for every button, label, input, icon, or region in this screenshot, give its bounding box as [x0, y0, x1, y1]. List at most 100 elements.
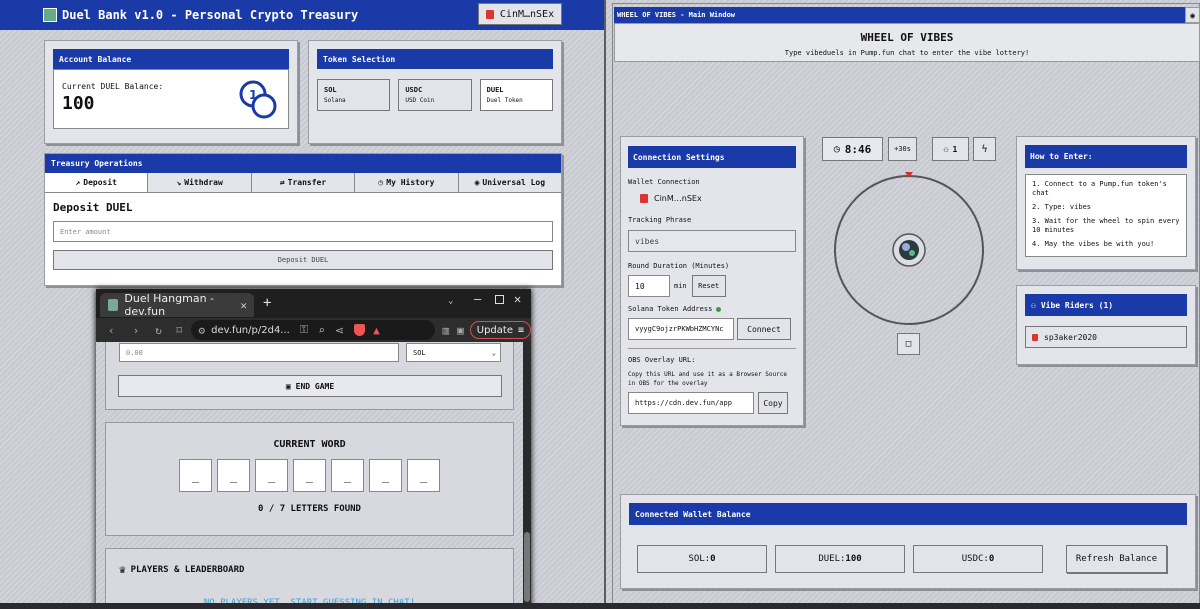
letter-slot: _: [407, 459, 440, 492]
obs-label: OBS Overlay URL:: [628, 356, 696, 364]
token-address-label: Solana Token Address: [628, 305, 713, 313]
site-info-icon: ⚙: [198, 323, 206, 337]
wallet-connection-label: Wallet Connection: [628, 178, 700, 186]
wallet-balance-panel: Connected Wallet Balance SOL: 0 DUEL: 100 …: [620, 494, 1196, 589]
brave-shield-icon[interactable]: [354, 324, 366, 336]
duration-unit: min: [674, 282, 687, 290]
browser-tab[interactable]: Duel Hangman - dev.fun ✕: [100, 292, 254, 318]
stop-icon: ▣: [285, 381, 291, 391]
round-duration-input[interactable]: 10: [628, 275, 670, 297]
refresh-balance-button[interactable]: Refresh Balance: [1066, 545, 1167, 573]
treasury-header: Treasury Operations: [45, 154, 561, 173]
account-balance-panel: Account Balance Current DUEL Balance: 10…: [44, 40, 298, 144]
bet-panel: 0.00 SOL ⌄ ▣ END GAME: [105, 342, 514, 410]
current-word-panel: CURRENT WORD _ _ _ _ _ _ _ 0 / 7 LETTERS…: [105, 422, 514, 536]
connected-wallet[interactable]: CinM…nSEx: [640, 194, 796, 203]
bookmark-icon[interactable]: ⌑: [176, 324, 183, 337]
step-item: 3. Wait for the wheel to spin every 10 m…: [1032, 217, 1180, 234]
update-button[interactable]: Update ≡: [469, 321, 531, 339]
connect-button[interactable]: Connect: [737, 318, 791, 340]
bet-amount-input[interactable]: 0.00: [119, 343, 399, 362]
account-balance-header: Account Balance: [53, 49, 289, 69]
new-tab-icon[interactable]: +: [263, 295, 271, 311]
token-duel-button[interactable]: DUEL Duel Token: [479, 79, 553, 111]
tab-deposit[interactable]: ↗ Deposit: [45, 173, 149, 192]
connection-panel: Connection Settings Wallet Connection Ci…: [620, 136, 804, 426]
tab-withdraw[interactable]: ↘ Withdraw: [148, 173, 252, 192]
tab-my-history[interactable]: ◷ My History: [355, 173, 459, 192]
leaderboard-title: PLAYERS & LEADERBOARD: [130, 564, 245, 575]
reload-icon[interactable]: ↻: [155, 324, 162, 337]
square-icon: □: [905, 339, 912, 349]
close-tab-icon[interactable]: ✕: [240, 299, 247, 312]
step-item: 1. Connect to a Pump.fun token's chat: [1032, 180, 1167, 197]
step-item: 4. May the vibes be with you!: [1032, 240, 1155, 248]
sol-balance: SOL: 0: [637, 545, 767, 573]
deposit-heading: Deposit DUEL: [53, 201, 133, 214]
wallet-balance-header: Connected Wallet Balance: [629, 503, 1187, 525]
reset-button[interactable]: Reset: [691, 275, 726, 297]
status-dot-icon: [716, 306, 722, 312]
letter-slot: _: [331, 459, 364, 492]
vibe-riders-header: ⚇ Vibe Riders (1): [1025, 294, 1187, 316]
tab-transfer[interactable]: ⇄ Transfer: [252, 173, 356, 192]
lightning-icon: ϟ: [981, 143, 988, 155]
wallet-browser-icon[interactable]: ▣: [457, 324, 464, 337]
maximize-icon[interactable]: [495, 295, 504, 304]
svg-text:1: 1: [249, 88, 257, 102]
deposit-submit-button[interactable]: Deposit DUEL: [53, 250, 553, 270]
app-title: Duel Bank v1.0 - Personal Crypto Treasur…: [62, 8, 359, 22]
forward-icon[interactable]: ›: [133, 324, 140, 337]
eye-icon: ◉: [1190, 10, 1195, 20]
token-usdc-button[interactable]: USDC USD Coin: [398, 79, 472, 111]
minimize-icon[interactable]: –: [474, 292, 481, 306]
players-count: ⚇ 1: [932, 137, 969, 161]
wallet-icon: [485, 9, 494, 19]
history-icon: ◷: [378, 178, 384, 187]
address-bar[interactable]: ⚙ dev.fun/p/2d4... ⚿ ⌕ ⋖ ▲: [190, 320, 435, 340]
trend-down-icon: ↘: [176, 178, 182, 187]
round-duration-label: Round Duration (Minutes): [628, 262, 730, 270]
spin-now-button[interactable]: ϟ: [973, 137, 996, 161]
usdc-balance: USDC: 0: [913, 545, 1043, 573]
menu-icon: ≡: [517, 324, 524, 336]
timer-icon: ◷: [833, 143, 840, 155]
tracking-phrase-input[interactable]: vibes: [628, 230, 796, 252]
token-address-input[interactable]: vyygC9ojzrPKWbHZMCYNc: [628, 318, 734, 340]
zoom-icon: ⌕: [318, 323, 325, 337]
wallet-icon: [640, 194, 648, 203]
wallet-icon: [1032, 333, 1038, 341]
tab-universal-log[interactable]: ◉ Universal Log: [459, 173, 561, 192]
wheel-title: WHEEL OF VIBES: [860, 31, 954, 44]
back-icon[interactable]: ‹: [108, 324, 115, 337]
window-control-button[interactable]: ◉: [1185, 7, 1200, 23]
deposit-amount-input[interactable]: Enter amount: [53, 221, 553, 242]
token-sol-button[interactable]: SOL Solana: [317, 79, 391, 111]
wallet-button[interactable]: CinM…nSEx: [478, 3, 562, 25]
stop-wheel-button[interactable]: □: [897, 333, 920, 355]
currency-select[interactable]: SOL ⌄: [406, 343, 501, 362]
wheel-window: WHEEL OF VIBES - Main Window ◉ WHEEL OF …: [606, 0, 1200, 609]
treasury-tabs: ↗ Deposit ↘ Withdraw ⇄ Transfer ◷ My History…: [45, 173, 561, 193]
token-selection-panel: Token Selection SOL Solana USDC USD Coin…: [308, 40, 562, 144]
letter-slot: _: [369, 459, 402, 492]
close-window-icon[interactable]: ✕: [514, 292, 521, 306]
eye-icon: ◉: [474, 178, 480, 187]
browser-toolbar: ‹ › ↻ ⌑ ⚙ dev.fun/p/2d4... ⚿ ⌕ ⋖ ▲ ▥ ▣ U…: [96, 318, 531, 342]
obs-url-input[interactable]: https://cdn.dev.fun/app: [628, 392, 754, 414]
coins-icon: 1: [239, 80, 277, 119]
rewards-icon[interactable]: ▲: [373, 324, 380, 337]
trophy-icon: ♛: [119, 563, 126, 576]
share-icon: ⋖: [334, 323, 345, 337]
token-selection-header: Token Selection: [317, 49, 553, 69]
how-to-enter-steps: 1. Connect to a Pump.fun token's chat 2.…: [1025, 174, 1187, 257]
end-game-button[interactable]: ▣ END GAME: [118, 375, 502, 397]
letter-slot: _: [217, 459, 250, 492]
tab-list-icon[interactable]: ⌄: [448, 296, 453, 306]
scrollbar[interactable]: [523, 342, 531, 609]
copy-button[interactable]: Copy: [758, 392, 788, 414]
sidebar-icon[interactable]: ▥: [443, 324, 450, 337]
add-time-button[interactable]: +30s: [888, 137, 917, 161]
step-item: 2. Type: vibes: [1032, 203, 1092, 211]
letter-slot: _: [255, 459, 288, 492]
